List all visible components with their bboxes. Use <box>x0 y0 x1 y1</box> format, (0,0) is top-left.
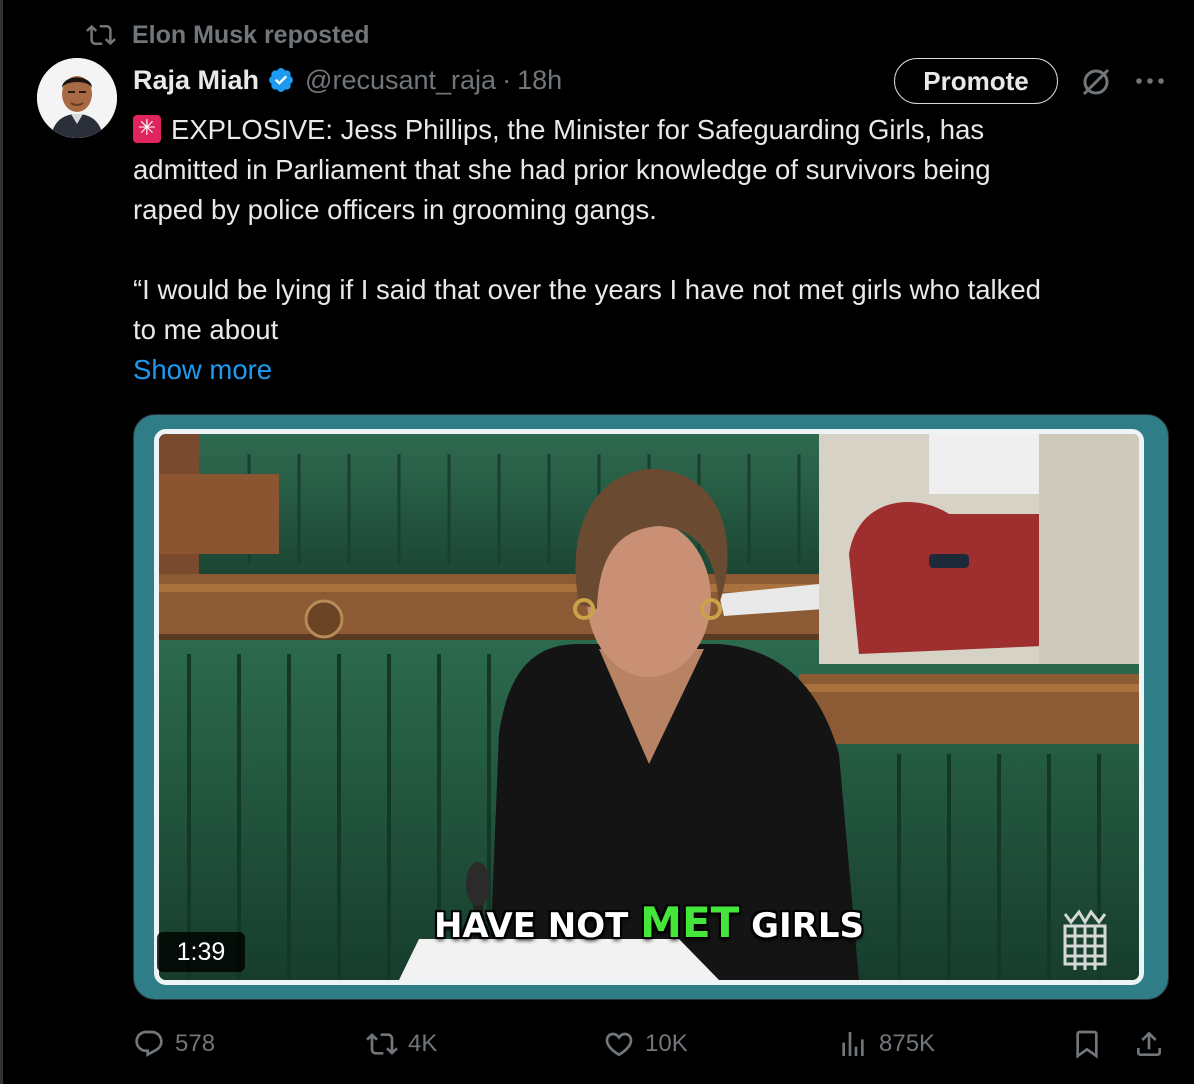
repost-label: Elon Musk reposted <box>132 20 370 49</box>
repost-button[interactable]: 4K <box>366 1024 437 1064</box>
video-player[interactable]: HAVE NOT MET GIRLS <box>133 414 1169 1000</box>
bookmark-button[interactable] <box>1071 1024 1103 1064</box>
avatar-image <box>37 58 117 138</box>
caption-highlight: MET <box>640 898 740 947</box>
more-options-icon[interactable] <box>1132 66 1168 96</box>
timestamp[interactable]: 18h <box>517 65 562 96</box>
tweet-body: EXPLOSIVE: Jess Phillips, the Minister f… <box>133 114 1041 345</box>
view-count: 875K <box>879 1030 936 1057</box>
repost-count: 4K <box>408 1030 438 1057</box>
show-more-link[interactable]: Show more <box>133 350 272 390</box>
repost-icon <box>86 24 116 46</box>
bookmark-icon <box>1076 1030 1098 1059</box>
video-frame: HAVE NOT MET GIRLS <box>154 429 1144 985</box>
avatar[interactable] <box>37 58 117 138</box>
caption-text-start: HAVE NOT <box>433 906 641 946</box>
header-separator: · <box>502 64 512 95</box>
tweet-header: Raja Miah @recusant_raja · 18h <box>133 60 562 100</box>
grok-icon[interactable] <box>1078 64 1114 100</box>
tweet-actions: 578 4K 10K 875K <box>133 1024 1173 1064</box>
reply-button[interactable]: 578 <box>133 1024 215 1064</box>
reply-icon <box>135 1030 163 1057</box>
reply-count: 578 <box>175 1030 216 1057</box>
siren-emoji-icon <box>133 114 161 143</box>
video-duration: 1:39 <box>157 932 245 972</box>
heart-icon <box>605 1032 633 1057</box>
video-caption: HAVE NOT MET GIRLS <box>159 898 1139 947</box>
author-name[interactable]: Raja Miah <box>133 65 259 96</box>
caption-text-end: GIRLS <box>739 906 865 946</box>
views-button[interactable]: 875K <box>837 1024 935 1064</box>
like-button[interactable]: 10K <box>603 1024 688 1064</box>
share-button[interactable] <box>1133 1024 1165 1064</box>
share-icon <box>1137 1031 1161 1056</box>
author-handle[interactable]: @recusant_raja <box>305 65 496 96</box>
verified-badge-icon[interactable] <box>267 66 295 94</box>
analytics-icon <box>842 1032 864 1056</box>
parliament-portcullis-icon <box>1063 909 1107 970</box>
repost-context[interactable]: Elon Musk reposted <box>86 18 370 52</box>
promote-button[interactable]: Promote <box>894 58 1058 104</box>
like-count: 10K <box>645 1030 688 1057</box>
repost-icon <box>366 1033 398 1055</box>
timeline-border <box>0 0 3 1084</box>
tweet-text: EXPLOSIVE: Jess Phillips, the Minister f… <box>133 110 1163 350</box>
